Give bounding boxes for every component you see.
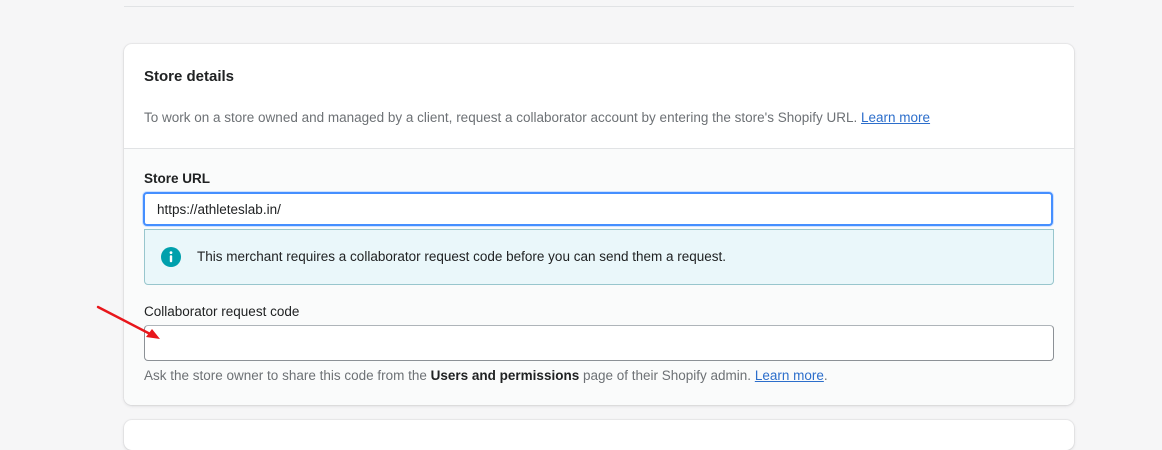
- card-description: To work on a store owned and managed by …: [144, 110, 930, 125]
- info-icon: [161, 247, 181, 267]
- help-prefix: Ask the store owner to share this code f…: [144, 368, 431, 383]
- card-description-text: To work on a store owned and managed by …: [144, 110, 858, 125]
- store-url-label: Store URL: [144, 171, 211, 186]
- card-title: Store details: [144, 68, 235, 85]
- card-header: Store details To work on a store owned a…: [124, 44, 1074, 149]
- collaborator-code-label: Collaborator request code: [144, 304, 300, 319]
- store-url-input[interactable]: [143, 192, 1053, 226]
- next-card: [124, 420, 1074, 450]
- help-end: .: [823, 368, 828, 383]
- help-learn-more-link[interactable]: Learn more: [755, 368, 824, 383]
- store-details-card: Store details To work on a store owned a…: [124, 44, 1074, 405]
- help-bold: Users and permissions: [430, 368, 580, 383]
- collaborator-code-help: Ask the store owner to share this code f…: [144, 368, 828, 383]
- top-divider: [124, 6, 1074, 7]
- collaborator-code-input[interactable]: [144, 325, 1054, 361]
- card-body: Store URL This merchant requires a colla…: [124, 149, 1074, 405]
- help-suffix: page of their Shopify admin.: [579, 368, 755, 383]
- learn-more-link[interactable]: Learn more: [861, 110, 930, 125]
- banner-text: This merchant requires a collaborator re…: [197, 249, 727, 264]
- info-banner: This merchant requires a collaborator re…: [144, 229, 1054, 285]
